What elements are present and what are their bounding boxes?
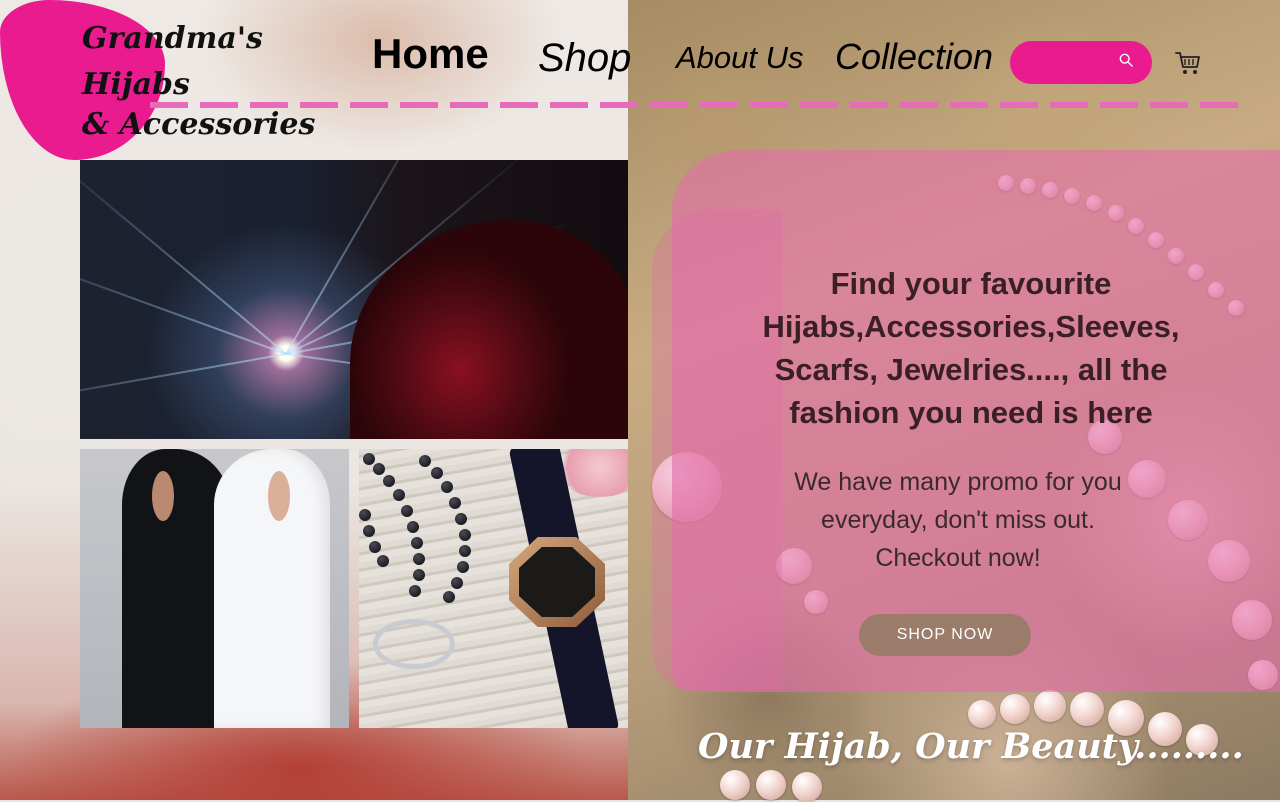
search-icon[interactable] bbox=[1119, 53, 1133, 67]
promo-subtext: We have many promo for you everyday, don… bbox=[794, 468, 1122, 572]
jewelry-watch-photo bbox=[359, 449, 628, 728]
brand-name-line2: & Accessories bbox=[82, 107, 316, 142]
nav-item-collection[interactable]: Collection bbox=[835, 36, 993, 96]
cart-icon[interactable] bbox=[1174, 49, 1202, 77]
black-white-hijabs-photo bbox=[80, 449, 349, 728]
search-input[interactable] bbox=[1026, 49, 1120, 77]
header-dashed-divider bbox=[150, 102, 1240, 108]
brand-logo[interactable]: Grandma's Hijabs & Accessories bbox=[82, 16, 362, 148]
brand-tagline: Our Hijab, Our Beauty......... bbox=[698, 726, 1244, 767]
hijab-silhouette-photo bbox=[80, 160, 628, 439]
nav-item-home[interactable]: Home bbox=[372, 30, 489, 90]
nav-item-shop[interactable]: Shop bbox=[538, 36, 631, 96]
shop-now-button[interactable]: SHOP NOW bbox=[859, 614, 1031, 656]
brand-name-line1: Grandma's Hijabs bbox=[82, 21, 263, 102]
promo-headline: Find your favourite Hijabs,Accessories,S… bbox=[762, 266, 1180, 430]
nav-item-about-us[interactable]: About Us bbox=[676, 40, 804, 100]
search-bar[interactable] bbox=[1010, 41, 1152, 84]
